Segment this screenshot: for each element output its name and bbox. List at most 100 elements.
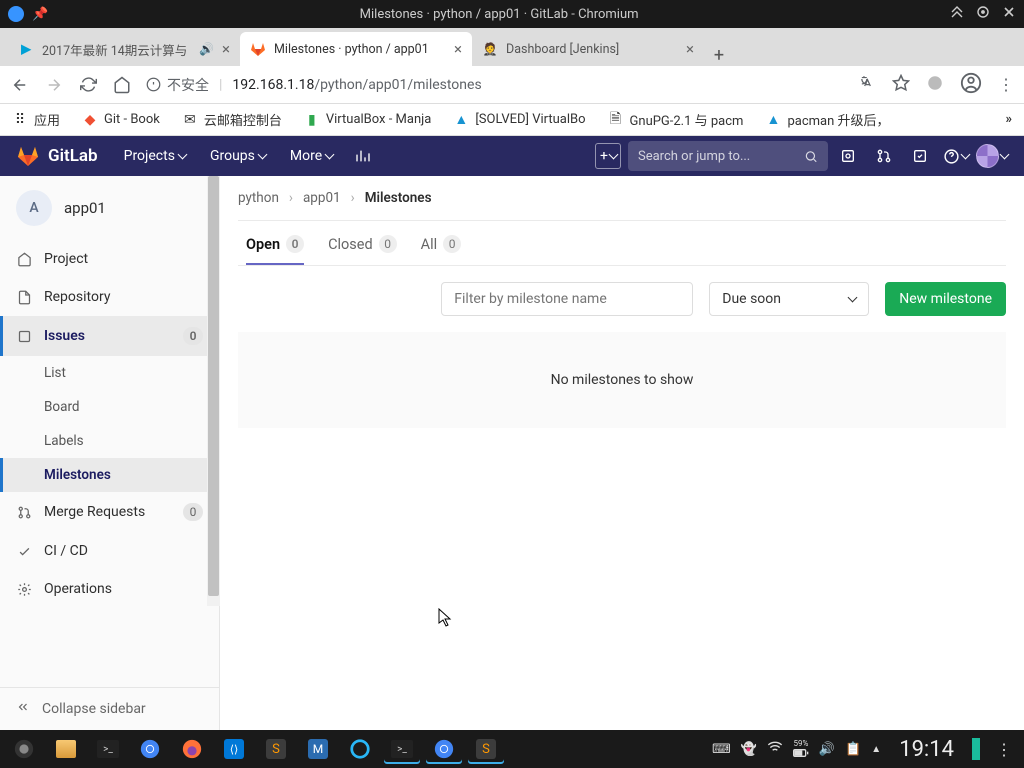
tab-all[interactable]: All 0: [421, 235, 462, 265]
merge-icon: [16, 504, 32, 520]
window-maximize-icon[interactable]: [976, 5, 990, 23]
global-search[interactable]: [628, 141, 828, 171]
project-avatar: A: [16, 190, 52, 226]
new-milestone-button[interactable]: New milestone: [885, 282, 1006, 316]
reload-button[interactable]: [78, 75, 98, 95]
tab-close-icon[interactable]: ×: [454, 40, 462, 58]
tray-clipboard-icon[interactable]: 📋: [845, 742, 861, 757]
tray-menu-icon[interactable]: ⋮: [990, 740, 1018, 759]
audio-icon[interactable]: 🔊: [199, 42, 214, 56]
nav-new-dropdown[interactable]: +: [592, 136, 624, 176]
file-icon: [16, 289, 32, 305]
sidebar-item-issues[interactable]: Issues 0: [0, 316, 219, 356]
project-name: app01: [64, 199, 106, 217]
sidebar-item-repository[interactable]: Repository: [0, 278, 219, 316]
nav-todos-icon[interactable]: [904, 136, 936, 176]
nav-activity-icon[interactable]: [347, 136, 379, 176]
address-bar[interactable]: 不安全 | 192.168.1.18/python/app01/mileston…: [146, 70, 845, 100]
tray-clock[interactable]: 19:14: [891, 737, 962, 762]
gitlab-logo[interactable]: GitLab: [16, 144, 98, 168]
sidebar-sub-list[interactable]: List: [0, 356, 219, 390]
tab-label: Dashboard [Jenkins]: [506, 42, 678, 57]
nav-groups[interactable]: Groups: [200, 148, 276, 164]
task-files-icon[interactable]: [48, 734, 84, 764]
breadcrumb-current: Milestones: [365, 190, 432, 206]
task-app-icon[interactable]: [342, 734, 378, 764]
sort-dropdown[interactable]: Due soon: [709, 282, 869, 316]
bookmark-item[interactable]: ◆Git - Book: [82, 112, 160, 128]
task-chromium-icon[interactable]: [132, 734, 168, 764]
sidebar-item-operations[interactable]: Operations: [0, 570, 219, 608]
nav-user-avatar[interactable]: [976, 136, 1008, 176]
rocket-icon: [16, 543, 32, 559]
project-header[interactable]: A app01: [0, 176, 219, 240]
bookmarks-bar: ⠿应用 ◆Git - Book ✉云邮箱控制台 ▮VirtualBox - Ma…: [0, 104, 1024, 136]
app-launcher-icon[interactable]: [6, 734, 42, 764]
sidebar-item-cicd[interactable]: CI / CD: [0, 532, 219, 570]
bookmark-apps[interactable]: ⠿应用: [12, 110, 60, 129]
tab-closed[interactable]: Closed 0: [328, 235, 397, 265]
nav-help-icon[interactable]: [940, 136, 972, 176]
gitlab-navbar: GitLab Projects Groups More +: [0, 136, 1024, 176]
sidebar-item-merge-requests[interactable]: Merge Requests 0: [0, 492, 219, 532]
tray-volume-icon[interactable]: 🔊: [819, 742, 835, 757]
task-vscode-icon[interactable]: ⟨⟩: [216, 734, 252, 764]
nav-issues-icon[interactable]: [832, 136, 864, 176]
bookmark-item[interactable]: ✉云邮箱控制台: [182, 110, 282, 129]
filter-input[interactable]: [441, 282, 693, 316]
sidebar-sub-board[interactable]: Board: [0, 390, 219, 424]
tray-battery-icon[interactable]: 59%: [793, 740, 809, 758]
sidebar-item-project[interactable]: Project: [0, 240, 219, 278]
sidebar-sub-labels[interactable]: Labels: [0, 424, 219, 458]
new-tab-button[interactable]: +: [704, 45, 734, 66]
task-sublime-icon[interactable]: S: [258, 734, 294, 764]
globe-icon[interactable]: [926, 74, 944, 96]
nav-projects[interactable]: Projects: [114, 148, 196, 164]
bookmarks-overflow-icon[interactable]: »: [1006, 112, 1013, 127]
breadcrumb-link[interactable]: python: [238, 190, 279, 206]
search-input[interactable]: [638, 149, 804, 164]
nav-more[interactable]: More: [280, 148, 343, 164]
browser-toolbar: 不安全 | 192.168.1.18/python/app01/mileston…: [0, 66, 1024, 104]
collapse-sidebar-button[interactable]: Collapse sidebar: [0, 687, 219, 730]
browser-menu-icon[interactable]: ⋮: [998, 75, 1014, 94]
tray-indicator[interactable]: [972, 738, 980, 760]
tray-wifi-icon[interactable]: [767, 739, 783, 759]
bookmark-item[interactable]: 🗎GnuPG-2.1 与 pacm: [608, 110, 744, 129]
browser-tab[interactable]: Milestones · python / app01 ×: [240, 32, 472, 66]
breadcrumb-link[interactable]: app01: [303, 190, 341, 206]
tray-keyboard-icon[interactable]: ⌨: [712, 742, 731, 757]
task-firefox-icon[interactable]: [174, 734, 210, 764]
browser-tab[interactable]: ▶ 2017年最新 14期云计算与 🔊 ×: [8, 32, 240, 66]
tab-label: All: [421, 236, 438, 253]
back-button[interactable]: [10, 75, 30, 95]
task-chromium-running-icon[interactable]: [426, 734, 462, 764]
task-terminal-running-icon[interactable]: >_: [384, 734, 420, 764]
arch-icon: ▲: [765, 112, 781, 128]
pin-icon[interactable]: 📌: [32, 7, 48, 22]
home-button[interactable]: [112, 75, 132, 95]
tray-expand-icon[interactable]: ▲: [871, 744, 881, 755]
sidebar-scrollbar[interactable]: [207, 176, 220, 606]
bookmark-item[interactable]: ▲pacman 升级后，: [765, 110, 889, 129]
window-minimize-icon[interactable]: [950, 5, 964, 23]
tab-label: Milestones · python / app01: [274, 42, 446, 57]
nav-merge-requests-icon[interactable]: [868, 136, 900, 176]
profile-icon[interactable]: [960, 72, 982, 98]
bookmark-item[interactable]: ▲[SOLVED] VirtualBo: [453, 112, 585, 128]
task-terminal-icon[interactable]: >_: [90, 734, 126, 764]
bookmark-star-icon[interactable]: [892, 74, 910, 96]
task-sublime-running-icon[interactable]: S: [468, 734, 504, 764]
tab-close-icon[interactable]: ×: [222, 40, 230, 58]
tab-close-icon[interactable]: ×: [686, 40, 694, 58]
gitlab-brand: GitLab: [48, 146, 98, 166]
translate-icon[interactable]: [859, 74, 876, 95]
window-close-icon[interactable]: [1002, 5, 1016, 23]
task-app-icon[interactable]: M: [300, 734, 336, 764]
bookmark-item[interactable]: ▮VirtualBox - Manja: [304, 112, 431, 128]
tray-ghost-icon[interactable]: 👻: [741, 742, 757, 757]
sidebar-sub-milestones[interactable]: Milestones: [0, 458, 219, 492]
browser-tab[interactable]: 🤵 Dashboard [Jenkins] ×: [472, 32, 704, 66]
tab-open[interactable]: Open 0: [246, 235, 304, 265]
security-indicator[interactable]: 不安全: [146, 75, 209, 95]
